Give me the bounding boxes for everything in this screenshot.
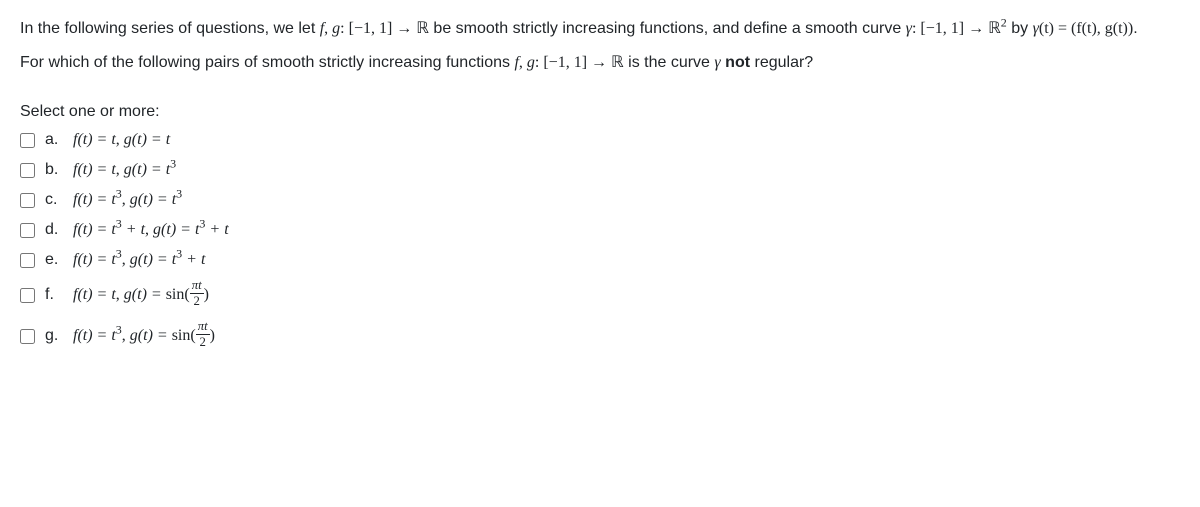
option-g: g. f(t) = t3, g(t) = sin(πt2) [20,322,1180,351]
math-fg: f, g: [−1, 1] → ℝ [320,20,429,37]
prompt-text-1: For which of the following pairs of smoo… [20,54,514,71]
option-d: d. f(t) = t3 + t, g(t) = t3 + t [20,221,1180,239]
question-intro: In the following series of questions, we… [20,16,1180,42]
intro-text-3: by [1011,20,1032,37]
option-b: b. f(t) = t, g(t) = t3 [20,161,1180,179]
math-gamma-eq: γ(t) = (f(t), g(t)) [1033,20,1134,37]
option-math: f(t) = t, g(t) = t [73,131,170,149]
option-f: f. f(t) = t, g(t) = sin(πt2) [20,281,1180,310]
checkbox-c[interactable] [20,193,35,208]
option-math: f(t) = t, g(t) = sin(πt2) [73,281,209,310]
checkbox-b[interactable] [20,163,35,178]
checkbox-e[interactable] [20,253,35,268]
intro-text-2: be smooth strictly increasing functions,… [433,20,905,37]
select-label: Select one or more: [20,103,1180,121]
option-letter: g. [45,327,63,345]
question-prompt: For which of the following pairs of smoo… [20,50,1180,76]
option-letter: e. [45,251,63,269]
option-letter: a. [45,131,63,149]
option-a: a. f(t) = t, g(t) = t [20,131,1180,149]
math-fg-2: f, g: [−1, 1] → ℝ [514,54,623,71]
option-math: f(t) = t3, g(t) = t3 + t [73,251,205,269]
checkbox-f[interactable] [20,288,35,303]
checkbox-d[interactable] [20,223,35,238]
intro-text-1: In the following series of questions, we… [20,20,320,37]
checkbox-g[interactable] [20,329,35,344]
math-gamma-def: γ: [−1, 1] → ℝ2 [906,20,1007,37]
option-letter: b. [45,161,63,179]
prompt-not: not [725,54,750,71]
option-math: f(t) = t3, g(t) = sin(πt2) [73,322,215,351]
option-letter: f. [45,286,63,304]
options-list: a. f(t) = t, g(t) = t b. f(t) = t, g(t) … [20,131,1180,350]
option-letter: c. [45,191,63,209]
math-gamma: γ [714,54,720,71]
option-math: f(t) = t3, g(t) = t3 [73,191,182,209]
prompt-text-2: is the curve [628,54,714,71]
option-c: c. f(t) = t3, g(t) = t3 [20,191,1180,209]
option-e: e. f(t) = t3, g(t) = t3 + t [20,251,1180,269]
option-math: f(t) = t3 + t, g(t) = t3 + t [73,221,229,239]
option-letter: d. [45,221,63,239]
checkbox-a[interactable] [20,133,35,148]
option-math: f(t) = t, g(t) = t3 [73,161,176,179]
